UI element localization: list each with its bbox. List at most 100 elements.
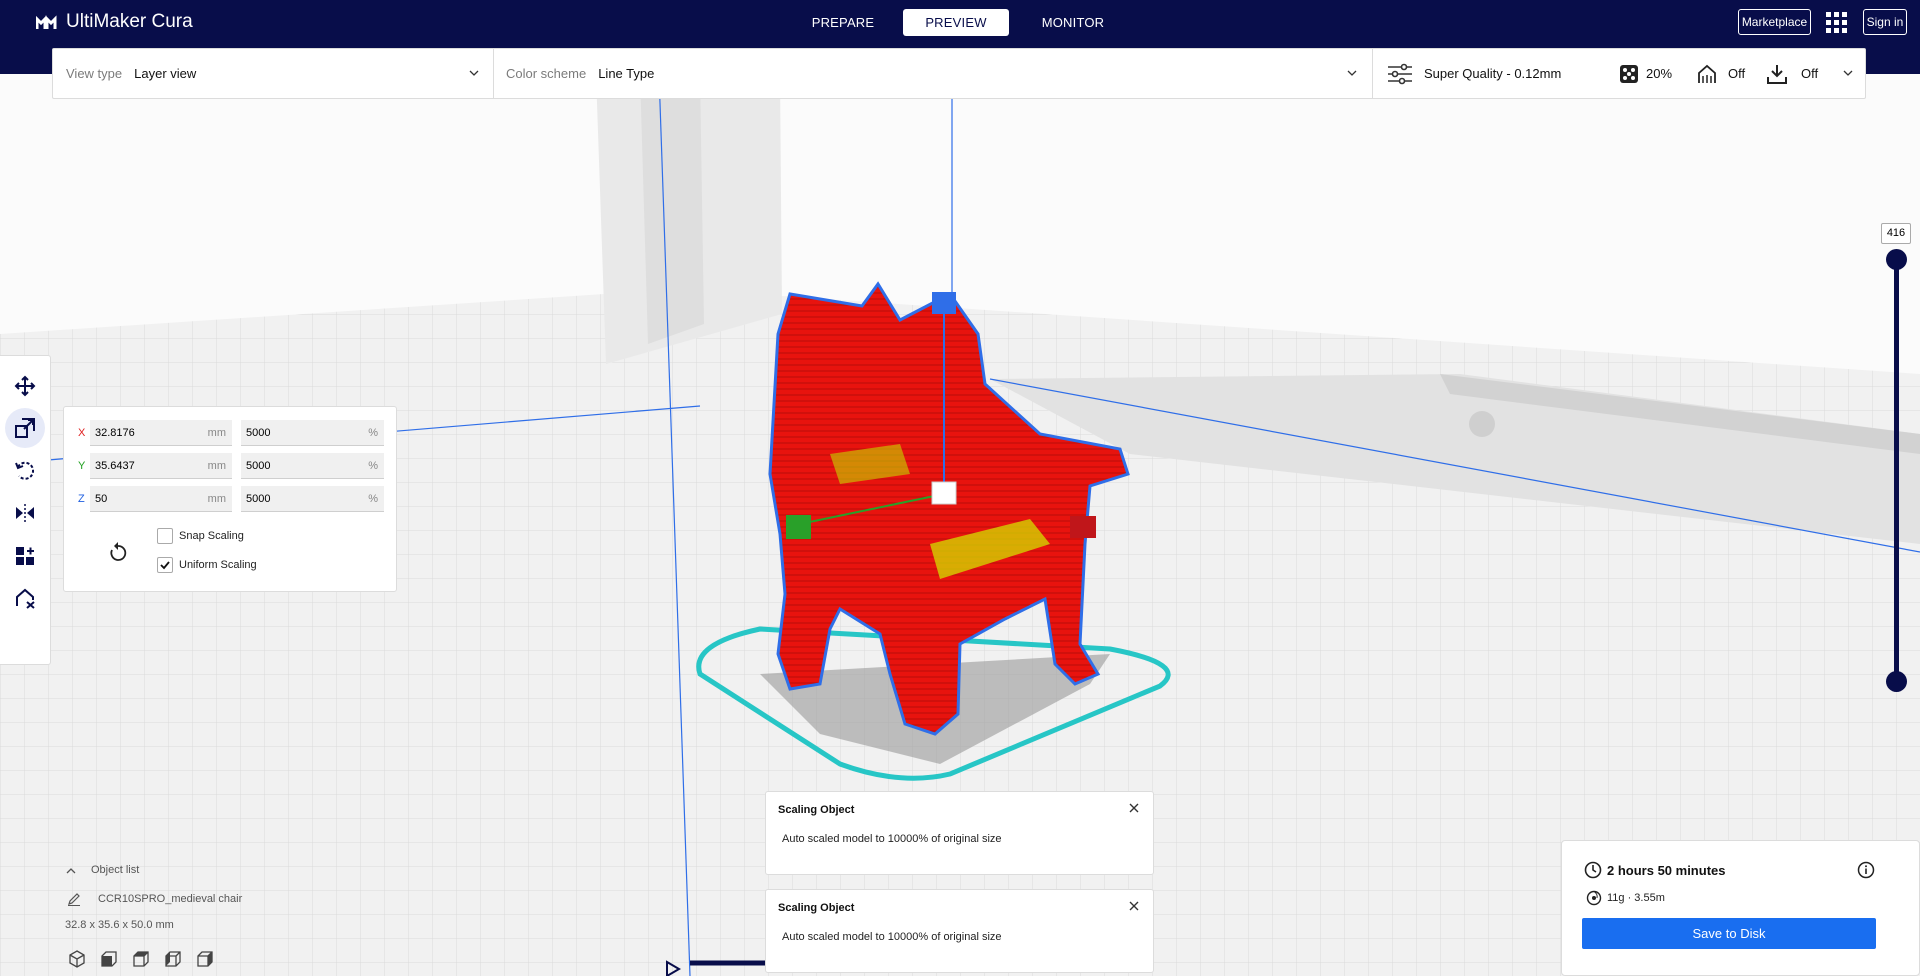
layer-slider-bottom-handle[interactable] [1886,671,1907,692]
app-logo: UltiMaker Cura [36,10,193,34]
spool-icon [1586,890,1602,906]
chevron-down-icon[interactable] [1346,67,1358,79]
view-type-value: Layer view [134,66,197,81]
view-type-selector[interactable]: View type Layer view [66,49,196,98]
signin-button[interactable]: Sign in [1863,9,1907,35]
snap-scaling-label: Snap Scaling [179,530,244,542]
per-model-settings-icon [16,547,34,565]
tool-panel [0,355,51,665]
print-time: 2 hours 50 minutes [1607,863,1726,878]
view-front-icon[interactable] [99,949,119,969]
profile-value: Super Quality - 0.12mm [1424,66,1562,81]
notification-title: Scaling Object [778,902,855,914]
unit-label: % [368,459,378,472]
clock-icon [1584,861,1602,879]
edit-icon[interactable] [67,892,81,906]
view-type-label: View type [66,66,123,81]
close-icon[interactable] [1128,900,1140,912]
ultimaker-logo-icon [36,15,57,29]
app-name: UltiMaker Cura [66,11,193,32]
close-icon[interactable] [1128,802,1140,814]
unit-label: % [368,426,378,439]
support-blocker-icon [16,588,35,609]
reset-scale-icon[interactable] [107,541,129,565]
print-information-panel: 2 hours 50 minutes 11g · 3.55m Save to D… [1561,840,1920,976]
move-tool-button[interactable] [5,366,45,406]
scale-panel: X 32.8176 mm 5000 % Y 35.6437 mm 5000 % … [63,406,397,592]
notification-message: Auto scaled model to 10000% of original … [782,931,1002,943]
infill-indicator[interactable]: 20% [1619,49,1672,98]
layer-slider-track[interactable] [1894,259,1899,683]
layer-number-field[interactable]: 416 [1881,223,1911,244]
rotate-icon [15,461,35,480]
unit-label: mm [207,426,226,439]
mirror-tool-button[interactable] [5,493,45,533]
material-usage: 11g · 3.55m [1607,892,1665,904]
layer-slider-top-handle[interactable] [1886,249,1907,270]
move-icon [14,375,36,397]
infill-value: 20% [1646,66,1673,81]
notification-message: Auto scaled model to 10000% of original … [782,833,1002,845]
x-mm-field[interactable]: 32.8176 mm [90,420,232,446]
object-name: CCR10SPRO_medieval chair [98,893,243,905]
marketplace-button[interactable]: Marketplace [1738,9,1811,35]
y-percent-field[interactable]: 5000 % [241,453,384,479]
z-mm-field[interactable]: 50 mm [90,486,232,512]
print-settings-selector[interactable]: Super Quality - 0.12mm [1387,49,1561,98]
chevron-down-icon[interactable] [1842,67,1854,79]
settings-sliders-icon [1388,63,1412,84]
divider [493,49,494,98]
z-percent-value: 5000 [246,492,271,505]
stage-preview[interactable]: PREVIEW [903,9,1009,36]
notification-toast: Scaling Object Auto scaled model to 1000… [765,889,1154,973]
chevron-up-icon[interactable] [65,866,77,876]
info-icon[interactable] [1857,861,1875,879]
view-top-icon[interactable] [131,949,151,969]
uniform-scaling-checkbox[interactable] [157,557,173,573]
notification-title: Scaling Object [778,804,855,816]
x-percent-field[interactable]: 5000 % [241,420,384,446]
scale-icon [15,418,35,438]
adhesion-icon [1767,64,1787,84]
notification-toast: Scaling Object Auto scaled model to 1000… [765,791,1154,875]
z-mm-value: 50 [95,492,108,505]
view-3d-icon[interactable] [67,949,87,969]
per-model-settings-tool-button[interactable] [5,536,45,576]
x-mm-value: 32.8176 [95,426,135,439]
support-blocker-tool-button[interactable] [5,578,45,618]
chevron-down-icon[interactable] [468,67,480,79]
y-mm-field[interactable]: 35.6437 mm [90,453,232,479]
adhesion-value: Off [1801,66,1819,81]
object-list-toggle[interactable]: Object list [91,864,139,876]
view-left-icon[interactable] [163,949,183,969]
unit-label: mm [207,459,226,472]
stage-monitor[interactable]: MONITOR [1031,9,1115,36]
mirror-icon [16,504,34,522]
color-scheme-label: Color scheme [506,66,587,81]
print-setup-bar: View type Layer view Color scheme Line T… [52,48,1866,99]
save-to-disk-button[interactable]: Save to Disk [1582,918,1876,949]
view-right-icon[interactable] [195,949,215,969]
snap-scaling-checkbox[interactable] [157,528,173,544]
apps-grid-icon[interactable] [1826,12,1847,33]
divider [1372,49,1373,98]
x-axis-label: X [78,427,86,439]
support-indicator[interactable]: Off [1696,49,1745,98]
checkmark-icon [160,561,170,570]
x-percent-value: 5000 [246,426,271,439]
z-percent-field[interactable]: 5000 % [241,486,384,512]
unit-label: mm [207,492,226,505]
adhesion-indicator[interactable]: Off [1766,49,1818,98]
y-mm-value: 35.6437 [95,459,135,472]
infill-icon [1620,64,1638,83]
color-scheme-value: Line Type [598,66,655,81]
object-dimensions: 32.8 x 35.6 x 50.0 mm [65,919,174,931]
support-icon [1698,64,1716,83]
rotate-tool-button[interactable] [5,451,45,491]
y-axis-label: Y [78,460,86,472]
support-value: Off [1728,66,1746,81]
uniform-scaling-label: Uniform Scaling [179,559,257,571]
scale-tool-button[interactable] [5,408,45,448]
stage-prepare[interactable]: PREPARE [800,9,886,36]
color-scheme-selector[interactable]: Color scheme Line Type [506,49,654,98]
